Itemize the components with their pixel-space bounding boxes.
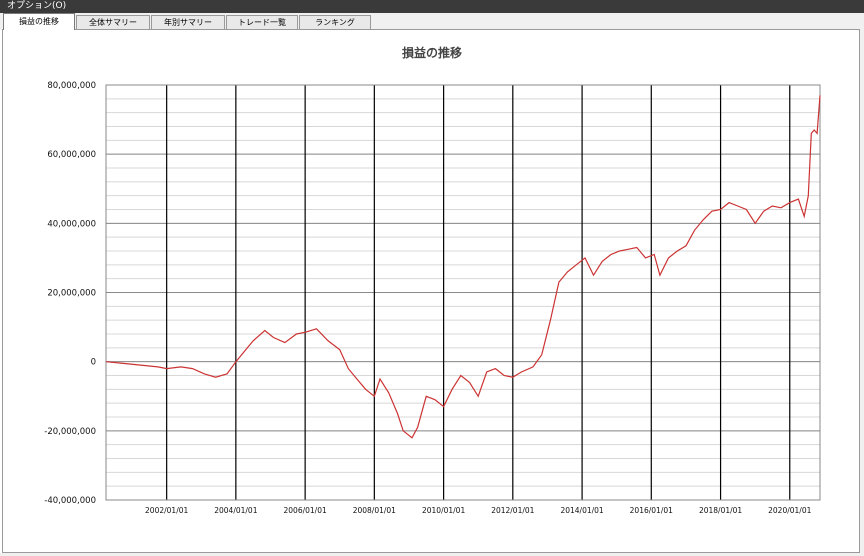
y-tick-label: 0 bbox=[91, 358, 96, 368]
y-tick-label: 60,000,000 bbox=[47, 150, 96, 160]
x-tick-label: 2004/01/01 bbox=[214, 506, 257, 515]
x-tick-label: 2008/01/01 bbox=[353, 506, 396, 515]
x-tick-label: 2014/01/01 bbox=[560, 506, 603, 515]
y-tick-label: -40,000,000 bbox=[44, 496, 96, 506]
y-tick-label: 20,000,000 bbox=[47, 289, 96, 299]
x-tick-label: 2002/01/01 bbox=[145, 506, 188, 515]
profit-chart: -40,000,000 -20,000,000 0 20,000,000 40,000,… bbox=[44, 81, 821, 515]
x-tick-label: 2006/01/01 bbox=[284, 506, 327, 515]
x-tick-label: 2020/01/01 bbox=[768, 506, 811, 515]
x-tick-label: 2010/01/01 bbox=[422, 506, 465, 515]
y-tick-label: 40,000,000 bbox=[47, 219, 96, 229]
y-axis-labels: -40,000,000 -20,000,000 0 20,000,000 40,000,… bbox=[44, 81, 96, 506]
x-tick-label: 2012/01/01 bbox=[491, 506, 534, 515]
x-tick-label: 2018/01/01 bbox=[699, 506, 742, 515]
major-gridlines bbox=[106, 84, 820, 501]
profit-line bbox=[105, 95, 821, 439]
tab-profit-history[interactable]: 損益の推移 bbox=[3, 13, 75, 30]
y-tick-label: 80,000,000 bbox=[47, 81, 96, 91]
x-tick-label: 2016/01/01 bbox=[630, 506, 673, 515]
x-axis-labels: 2002/01/01 2004/01/01 2006/01/01 2008/01/01… bbox=[145, 506, 812, 515]
y-tick-label: -20,000,000 bbox=[44, 427, 96, 437]
